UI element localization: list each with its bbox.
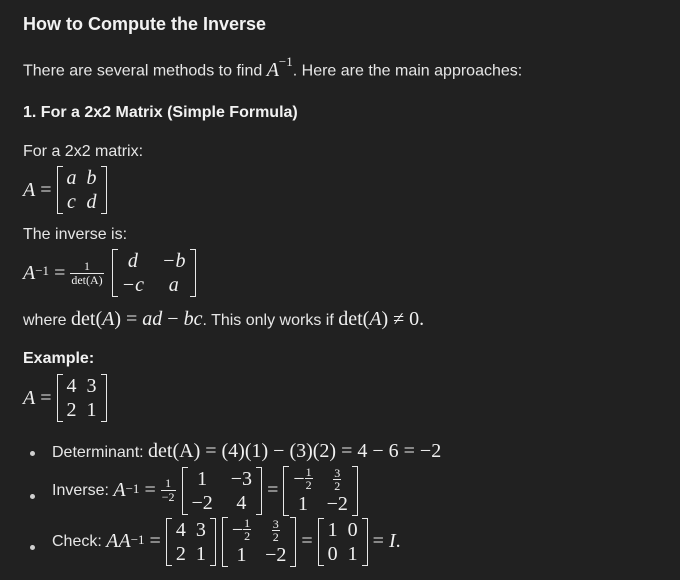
check-matrix-a: 4 3 2 1 — [165, 517, 216, 566]
adjugate-matrix: d −b −c a — [111, 249, 196, 297]
matrix-a-example: 4 3 2 1 — [56, 374, 107, 422]
one-over-det: 1 det(A) — [70, 258, 104, 287]
bullet-dot — [30, 494, 35, 499]
check-bullet: Check: AA −1 = 4 3 2 1 −1 2 32 1 −2 = 1 … — [52, 516, 401, 567]
section-title-2x2: 1. For a 2x2 Matrix (Simple Formula) — [23, 104, 298, 121]
matrix-a-general-equation: A = a b c d — [23, 166, 107, 214]
bullet-dot — [30, 545, 35, 550]
a-inverse-symbol: A−1 — [266, 54, 293, 81]
determinant-bullet: Determinant: det(A) = (4)(1) − (3)(2) = … — [52, 440, 442, 462]
matrix-a-example-equation: A = 4 3 2 1 — [23, 374, 107, 422]
intro-line: There are several methods to find A−1. H… — [23, 54, 523, 82]
inverse-bullet: Inverse: A −1 = 1 −2 1 −3 −2 4 = −1 2 32 1 −… — [52, 466, 358, 516]
matrix-a-general: a b c d — [56, 166, 107, 214]
inverse-mid-matrix: 1 −3 −2 4 — [181, 466, 263, 515]
bullet-dot — [30, 451, 35, 456]
inverse-is-text: The inverse is: — [23, 226, 128, 243]
for-2x2-text: For a 2x2 matrix: — [23, 143, 144, 160]
inverse-formula: A −1 = 1 det(A) d −b −c a — [23, 249, 196, 297]
identity-matrix: 1 0 0 1 — [317, 517, 368, 566]
intro-tail: . Here are the main approaches: — [292, 62, 523, 80]
example-title: Example: — [23, 350, 95, 367]
inverse-result-matrix: −1 2 32 1 −2 — [283, 466, 358, 516]
determinant-condition-line: where det(A) = ad − bc. This only works … — [23, 308, 425, 330]
intro-text: There are several methods to find — [23, 62, 263, 80]
determinant-expression: det(A) = (4)(1) − (3)(2) = 4 − 6 = −2 — [148, 440, 442, 462]
page-title: How to Compute the Inverse — [23, 14, 267, 34]
check-matrix-inverse: −1 2 32 1 −2 — [221, 517, 297, 567]
